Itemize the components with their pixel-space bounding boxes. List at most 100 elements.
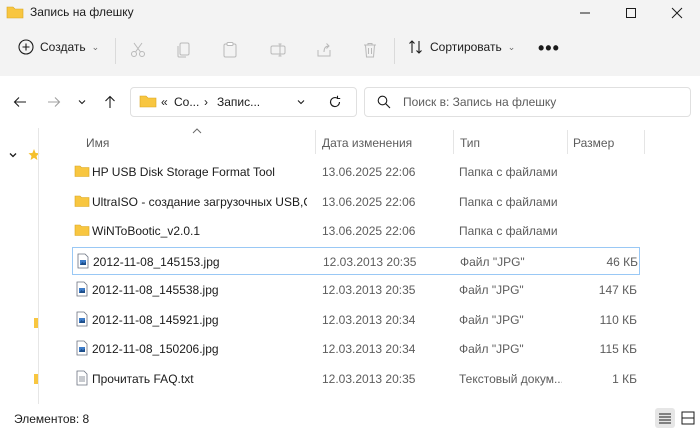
- forward-button[interactable]: [44, 93, 64, 111]
- maximize-icon: [626, 8, 636, 18]
- table-row[interactable]: Прочитать FAQ.txt 12.03.2013 20:35 Текстов…: [72, 365, 640, 393]
- navigation-bar: « Co... › Запис... Поиск в: Запись на фл…: [0, 76, 700, 128]
- sort-button[interactable]: Сортировать ⌄: [408, 39, 515, 55]
- file-type: Текстовый докум...: [459, 371, 562, 386]
- column-divider[interactable]: [567, 130, 568, 154]
- copy-button[interactable]: [174, 40, 194, 60]
- recent-locations-button[interactable]: [72, 93, 92, 111]
- sort-icon: [409, 40, 422, 54]
- search-icon: [377, 95, 391, 109]
- file-size: 1 КБ: [612, 371, 637, 386]
- command-bar: Создать ⌄ Сортировать ⌄ •••: [0, 26, 700, 76]
- minimize-icon: [580, 12, 590, 14]
- image-file-icon: [77, 253, 89, 268]
- details-view-button[interactable]: [655, 408, 675, 428]
- chevron-down-icon[interactable]: [8, 150, 18, 160]
- table-row[interactable]: 2012-11-08_145538.jpg 12.03.2013 20:35 Фай…: [72, 276, 640, 304]
- details-view-icon: [659, 413, 671, 424]
- trash-icon: [364, 43, 376, 58]
- table-row[interactable]: WiNToBootic_v2.0.1 13.06.2025 22:06 Папка …: [72, 217, 640, 245]
- status-bar: Элементов: 8: [0, 404, 700, 430]
- paste-button[interactable]: [220, 40, 240, 60]
- file-date: 13.06.2025 22:06: [322, 194, 416, 209]
- file-date: 12.03.2013 20:34: [322, 312, 416, 327]
- minimize-button[interactable]: [562, 0, 608, 26]
- file-type: Файл "JPG": [459, 283, 524, 297]
- back-button[interactable]: [10, 93, 30, 111]
- folder-icon: [74, 195, 90, 207]
- new-button[interactable]: Создать ⌄: [18, 39, 99, 55]
- breadcrumb-segment[interactable]: Co...: [174, 95, 199, 109]
- more-options-button[interactable]: •••: [538, 38, 560, 59]
- file-name: 2012-11-08_145921.jpg: [92, 312, 219, 327]
- column-header-size[interactable]: Размер: [573, 136, 614, 150]
- pane-divider[interactable]: [38, 128, 39, 404]
- column-divider[interactable]: [315, 130, 316, 154]
- new-button-label: Создать: [40, 40, 86, 54]
- column-divider[interactable]: [644, 130, 645, 154]
- title-bar: Запись на флешку: [0, 0, 700, 26]
- image-file-icon: [76, 311, 88, 326]
- file-date: 13.06.2025 22:06: [322, 224, 416, 238]
- list-header: Имя Дата изменения Тип Размер: [60, 128, 700, 158]
- arrow-right-icon: [48, 97, 61, 107]
- file-date: 12.03.2013 20:35: [322, 371, 416, 386]
- toolbar-divider: [394, 38, 395, 64]
- sort-ascending-icon: [192, 128, 202, 134]
- refresh-icon[interactable]: [328, 95, 342, 109]
- text-file-icon: [76, 370, 88, 385]
- file-size: 147 КБ: [598, 283, 637, 297]
- rename-button[interactable]: [268, 40, 288, 60]
- tiles-view-icon: [681, 411, 695, 425]
- file-date: 12.03.2013 20:35: [323, 254, 417, 269]
- image-file-icon: [76, 281, 88, 297]
- delete-button[interactable]: [360, 40, 380, 60]
- column-header-name[interactable]: Имя: [86, 136, 109, 150]
- file-type: Папка с файлами: [459, 165, 558, 179]
- share-button[interactable]: [314, 40, 334, 60]
- address-bar[interactable]: « Co... › Запис...: [130, 87, 357, 117]
- overflow-chevron[interactable]: «: [161, 95, 168, 109]
- column-divider[interactable]: [453, 130, 454, 154]
- file-type: Файл "JPG": [459, 312, 524, 327]
- copy-icon: [177, 42, 190, 58]
- plus-circle-icon: [18, 39, 34, 55]
- folder-icon: [6, 6, 24, 19]
- folder-icon: [74, 224, 90, 236]
- search-box[interactable]: Поиск в: Запись на флешку: [364, 87, 691, 117]
- up-button[interactable]: [100, 93, 120, 111]
- table-row[interactable]: 2012-11-08_145153.jpg 12.03.2013 20:35 Фай…: [72, 246, 640, 275]
- table-row[interactable]: UltraISO - создание загрузочных USB,C...…: [72, 188, 640, 216]
- clipboard-icon: [223, 42, 237, 58]
- close-button[interactable]: [654, 0, 700, 26]
- file-date: 13.06.2025 22:06: [322, 165, 416, 179]
- column-header-date[interactable]: Дата изменения: [322, 136, 412, 150]
- item-count: Элементов: 8: [14, 412, 90, 426]
- scissors-icon: [131, 42, 145, 57]
- cut-button[interactable]: [128, 40, 148, 60]
- navigation-pane: [0, 128, 40, 404]
- window-title: Запись на флешку: [30, 5, 134, 19]
- chevron-down-icon[interactable]: [296, 97, 306, 107]
- maximize-button[interactable]: [608, 0, 654, 26]
- file-type: Папка с файлами: [459, 224, 558, 238]
- file-type: Файл "JPG": [460, 254, 525, 269]
- search-placeholder: Поиск в: Запись на флешку: [403, 95, 557, 109]
- table-row[interactable]: HP USB Disk Storage Format Tool 13.06.202…: [72, 158, 640, 186]
- tiles-view-button[interactable]: [678, 408, 698, 428]
- table-row[interactable]: 2012-11-08_150206.jpg 12.03.2013 20:34 Фай…: [72, 335, 640, 363]
- chevron-down-icon: [78, 100, 86, 105]
- folder-icon: [139, 95, 157, 108]
- file-date: 12.03.2013 20:35: [322, 283, 416, 297]
- file-name: 2012-11-08_145538.jpg: [92, 283, 219, 297]
- sort-button-label: Сортировать: [430, 40, 502, 54]
- column-header-type[interactable]: Тип: [460, 136, 480, 150]
- file-size: 110 КБ: [599, 312, 637, 327]
- file-name: WiNToBootic_v2.0.1: [92, 224, 201, 238]
- table-row[interactable]: 2012-11-08_145921.jpg 12.03.2013 20:34 Фай…: [72, 306, 640, 334]
- file-size: 115 КБ: [599, 342, 637, 356]
- file-name: 2012-11-08_145153.jpg: [93, 254, 220, 269]
- breadcrumb-segment[interactable]: Запис...: [217, 95, 260, 109]
- file-date: 12.03.2013 20:34: [322, 342, 416, 356]
- close-icon: [671, 7, 683, 19]
